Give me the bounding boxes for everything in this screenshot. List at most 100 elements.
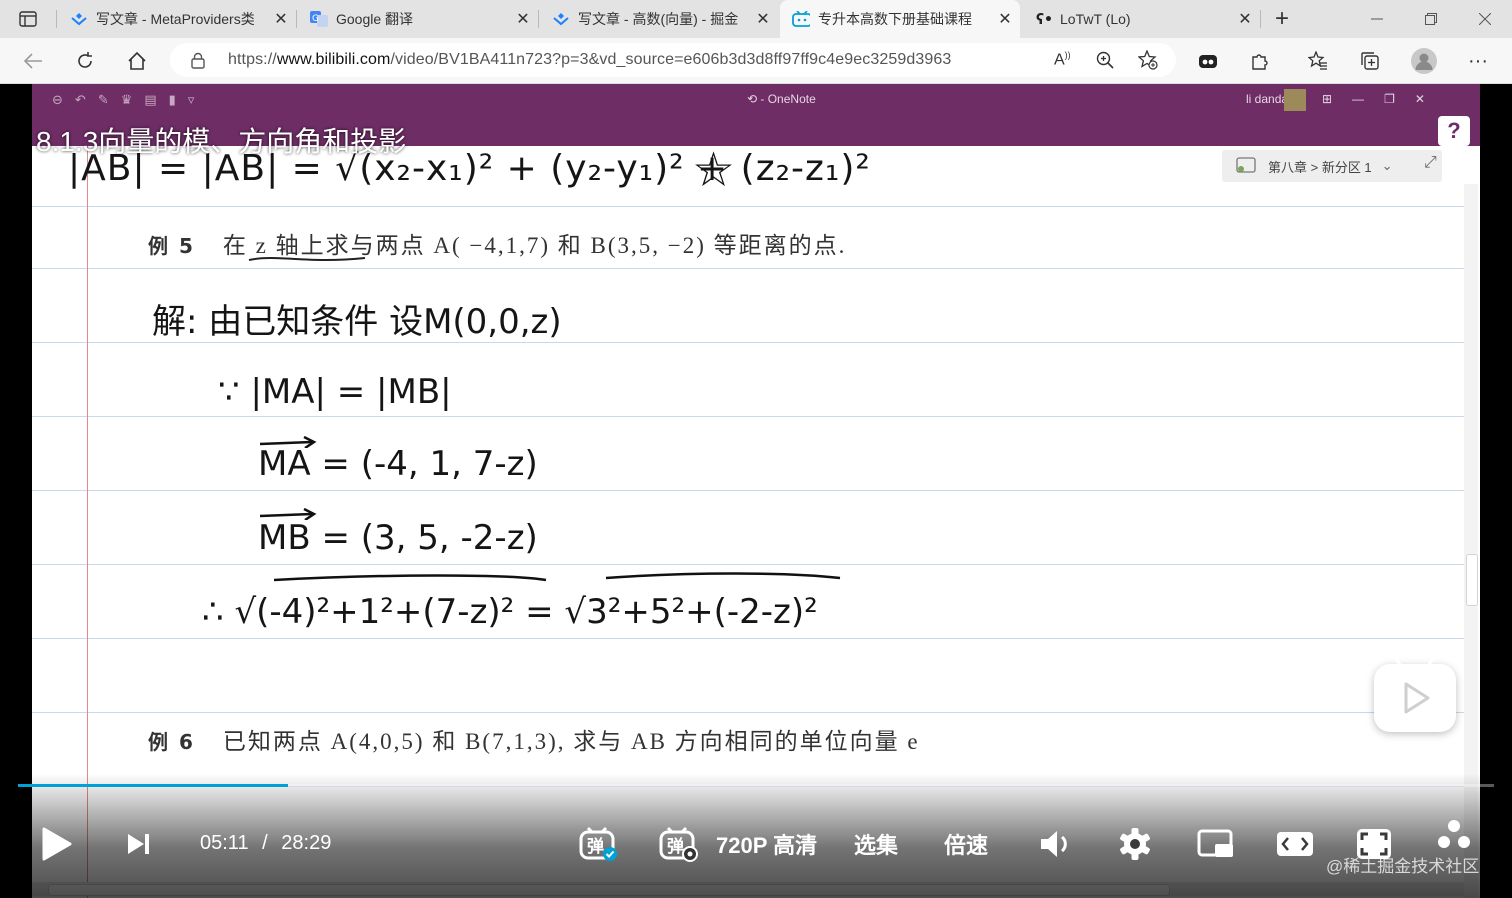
profile-avatar[interactable] (1407, 44, 1441, 78)
tab-2[interactable]: G Google 翻译 ✕ (298, 0, 538, 38)
scrollbar-thumb[interactable] (1466, 554, 1478, 606)
example-6-label: 例 6 (148, 730, 195, 754)
onenote-quick-toolbar: ⊖ ↶ ✎ ♛ ▤ ▮ ▿ (52, 92, 194, 108)
video-title: 8.1.3向量的模、方向角和投影 (36, 126, 407, 157)
onenote-window-controls: ⊞ — ❐ ✕ (1322, 92, 1425, 106)
star-mark: ☆ (692, 146, 736, 198)
tab-1[interactable]: 写文章 - MetaProviders类 ✕ (58, 0, 296, 38)
tab-title: 写文章 - MetaProviders类 (96, 11, 255, 27)
page-icon: ▤ (144, 92, 157, 107)
address-toolbar: https://www.bilibili.com/video/BV1BA411n… (0, 38, 1512, 84)
close-icon[interactable]: ✕ (990, 9, 1020, 29)
vector-arrow-ma (259, 436, 317, 448)
tab-title: 写文章 - 高数(向量) - 掘金 (578, 11, 739, 27)
progress-fill (18, 784, 289, 787)
collections-icon[interactable] (1353, 44, 1387, 78)
close-icon[interactable]: ✕ (748, 9, 778, 29)
github-icon: ʕ• (1034, 10, 1052, 28)
marker-icon: ▮ (168, 92, 176, 107)
widescreen-icon[interactable] (1276, 824, 1314, 864)
danmaku-settings-icon[interactable]: 弹 (656, 824, 700, 864)
play-icon (1404, 682, 1430, 714)
minimize-button[interactable] (1350, 0, 1404, 38)
undo-icon: ↶ (74, 92, 86, 107)
close-icon[interactable]: ✕ (266, 9, 296, 29)
handwritten-line-4: MB = (3, 5, -2-z) (258, 518, 538, 558)
refresh-button[interactable] (68, 44, 102, 78)
juejin-icon (552, 10, 570, 28)
back-button[interactable] (16, 44, 50, 78)
close-icon[interactable]: ✕ (508, 9, 538, 29)
current-time: 05:11 (200, 832, 249, 854)
juejin-icon (70, 10, 88, 28)
tab-title: LoTwT (Lo) (1060, 11, 1131, 27)
handwritten-line-2: ∵ |MA| = |MB| (218, 372, 452, 412)
tab-actions-icon[interactable] (0, 0, 56, 38)
underline-annotation (248, 257, 366, 261)
extension-icon[interactable] (1191, 44, 1225, 78)
example-5-label: 例 5 (148, 234, 195, 258)
extensions-puzzle-icon[interactable] (1243, 44, 1277, 78)
svg-text:弹: 弹 (587, 836, 604, 857)
tab-4[interactable]: 专升本高数下册基础课程 ✕ (780, 0, 1020, 38)
tab-title: 专升本高数下册基础课程 (818, 11, 972, 27)
breadcrumb-text: 第八章 > 新分区 1 (1268, 159, 1372, 175)
new-tab-button[interactable]: + (1262, 0, 1302, 38)
example-6: 例 6 已知两点 A(4,0,5) 和 B(7,1,3), 求与 AB 方向相同的… (148, 722, 920, 756)
zoom-icon[interactable] (1096, 51, 1114, 74)
chevron-down-icon[interactable]: ⌄ (1382, 158, 1393, 174)
handwritten-line-1: 解: 由已知条件 设M(0,0,z) (152, 302, 562, 342)
play-button[interactable] (36, 824, 76, 864)
more-menu-icon[interactable]: ··· (1461, 44, 1495, 78)
expand-icon[interactable]: ⤢ (1424, 154, 1437, 172)
next-episode-button[interactable] (120, 824, 156, 864)
juejin-watermark: @稀土掘金技术社区 (1326, 857, 1480, 876)
back-icon: ⊖ (52, 92, 63, 107)
notebook-icon (1236, 156, 1258, 177)
dropdown-icon: ▿ (187, 92, 195, 107)
example-6-text: 已知两点 A(4,0,5) 和 B(7,1,3), 求与 AB 方向相同的单位向… (222, 729, 920, 754)
settings-gear-icon[interactable] (1116, 824, 1154, 864)
tab-title: Google 翻译 (336, 11, 414, 27)
lock-icon[interactable] (190, 52, 206, 74)
svg-text:弹: 弹 (667, 836, 684, 857)
time-separator: / (262, 832, 268, 854)
handwritten-line-5: ∴ √(-4)²+1²+(7-z)² = √3²+5²+(-2-z)² (202, 592, 818, 632)
speed-button[interactable]: 倍速 (944, 824, 988, 864)
home-button[interactable] (120, 44, 154, 78)
brush-icon: ♛ (120, 92, 133, 107)
translate-icon: G (310, 10, 328, 28)
add-favorite-icon[interactable] (1137, 49, 1158, 75)
episodes-button[interactable]: 选集 (854, 824, 898, 864)
tab-5[interactable]: ʕ• LoTwT (Lo) ✕ (1022, 0, 1260, 38)
video-player[interactable]: ⊖ ↶ ✎ ♛ ▤ ▮ ▿ ⟲ - OneNote li dandan ⊞ — ❐ ✕ 第八… (0, 84, 1512, 898)
section-breadcrumb[interactable]: 第八章 > 新分区 1 ⌄ (1222, 150, 1442, 182)
restore-button[interactable] (1404, 0, 1458, 38)
help-icon[interactable]: ? (1438, 116, 1470, 146)
close-icon[interactable]: ✕ (1230, 9, 1260, 29)
favorites-icon[interactable] (1301, 44, 1335, 78)
duration: 28:29 (281, 832, 332, 854)
radical-overlines (273, 572, 841, 582)
address-field[interactable]: https://www.bilibili.com/video/BV1BA411n… (170, 43, 1176, 77)
handwritten-line-3: MA = (-4, 1, 7-z) (258, 444, 538, 484)
pen-icon: ✎ (97, 92, 109, 107)
vector-arrow-mb (259, 508, 317, 520)
quality-selector[interactable]: 720P 高清 (716, 824, 817, 864)
time-display: 05:11 / 28:29 (200, 832, 331, 855)
browser-tab-bar: 写文章 - MetaProviders类 ✕ G Google 翻译 ✕ 写文章… (0, 0, 1512, 38)
tab-3[interactable]: 写文章 - 高数(向量) - 掘金 ✕ (540, 0, 778, 38)
danmaku-toggle-icon[interactable]: 弹 (576, 824, 620, 864)
picture-in-picture-icon[interactable] (1196, 824, 1236, 864)
url-text: https://www.bilibili.com/video/BV1BA411n… (228, 51, 952, 68)
bilibili-tv-mascot[interactable] (1374, 654, 1456, 732)
svg-text:G: G (312, 14, 319, 24)
user-avatar (1284, 89, 1306, 111)
volume-icon[interactable] (1038, 824, 1074, 864)
onenote-app-title: ⟲ - OneNote (747, 92, 816, 106)
read-aloud-icon[interactable]: A)) (1054, 50, 1071, 69)
progress-bar[interactable] (18, 784, 1494, 787)
fullscreen-icon[interactable] (1436, 814, 1472, 854)
close-window-button[interactable] (1458, 0, 1512, 38)
bilibili-icon (792, 10, 810, 28)
